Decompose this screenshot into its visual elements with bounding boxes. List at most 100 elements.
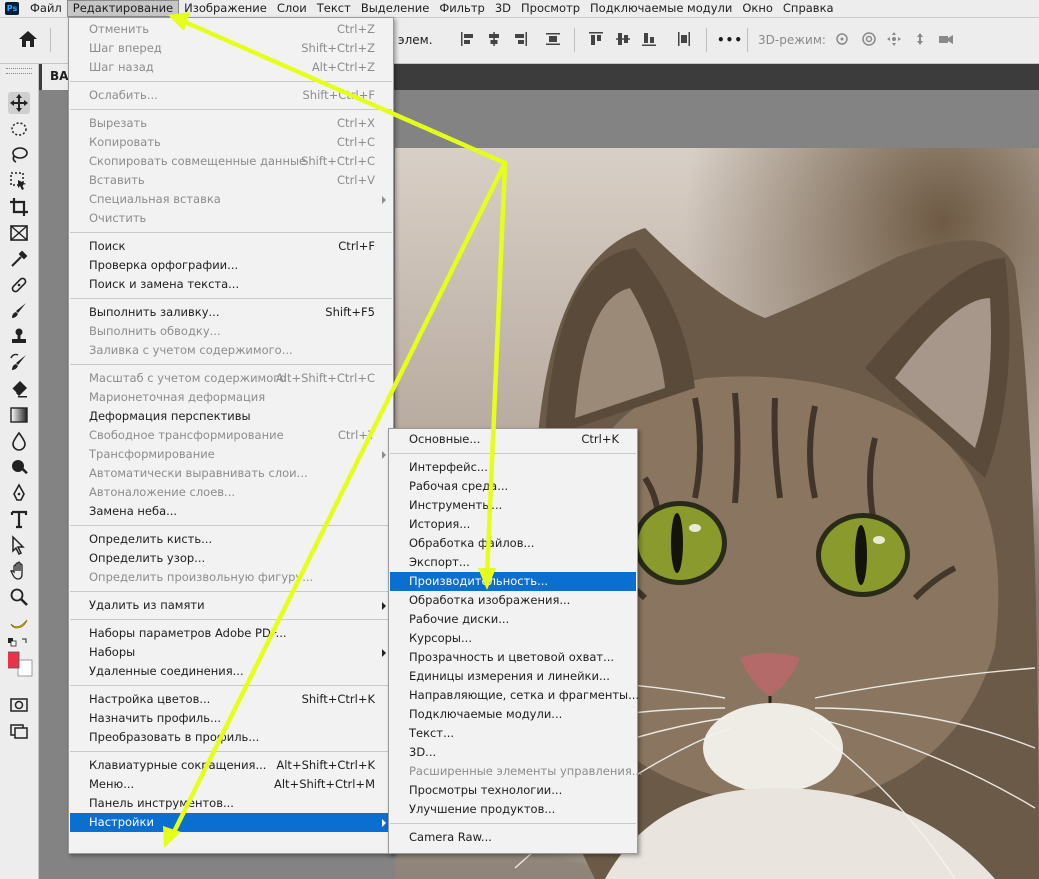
menu-item[interactable]: Преобразовать в профиль... — [70, 728, 392, 747]
menu-item[interactable]: Выполнить заливку... Shift+F5 — [70, 303, 392, 322]
align-right-icon[interactable] — [512, 31, 528, 47]
lasso-tool-icon[interactable] — [8, 144, 30, 166]
align-vcenter-icon[interactable] — [615, 31, 631, 47]
screen-mode-icon[interactable] — [8, 720, 30, 742]
menu-item[interactable]: Курсоры... — [390, 629, 636, 648]
menu-item[interactable]: Обработка файлов... — [390, 534, 636, 553]
menu-item[interactable]: Свободное трансформирование Ctrl+T — [70, 426, 392, 445]
menu-item[interactable]: История... — [390, 515, 636, 534]
quick-mask-icon[interactable] — [8, 694, 30, 716]
menu-item[interactable]: Панель инструментов... — [70, 794, 392, 813]
menu-item[interactable]: Удаленные соединения... — [70, 662, 392, 681]
frame-tool-icon[interactable] — [8, 222, 30, 244]
menu-layers[interactable]: Слои — [272, 0, 312, 17]
menu-item[interactable]: Вставить Ctrl+V — [70, 171, 392, 190]
dodge-tool-icon[interactable] — [8, 456, 30, 478]
distribute-horizontal-icon[interactable] — [676, 31, 692, 47]
menu-item[interactable]: Замена неба... — [70, 502, 392, 521]
eraser-tool-icon[interactable] — [8, 378, 30, 400]
menu-item[interactable]: Шаг вперед Shift+Ctrl+Z — [70, 39, 392, 58]
color-swatches[interactable] — [8, 638, 33, 678]
menu-plugins[interactable]: Подключаемые модули — [585, 0, 737, 17]
menu-item[interactable]: Ослабить... Shift+Ctrl+F — [70, 86, 392, 105]
align-bottom-icon[interactable] — [641, 31, 657, 47]
hand-tool-icon[interactable] — [8, 560, 30, 582]
menu-item[interactable]: Camera Raw... — [390, 828, 636, 847]
3d-orbit-icon[interactable] — [834, 31, 850, 47]
menu-file[interactable]: Файл — [25, 0, 67, 17]
menu-help[interactable]: Справка — [778, 0, 839, 17]
menu-item[interactable]: Единицы измерения и линейки... — [390, 667, 636, 686]
zoom-tool-icon[interactable] — [8, 586, 30, 608]
blur-tool-icon[interactable] — [8, 430, 30, 452]
3d-camera-icon[interactable] — [938, 31, 954, 47]
menu-item[interactable]: Автоматически выравнивать слои... — [70, 464, 392, 483]
3d-slide-icon[interactable] — [912, 31, 928, 47]
menu-item[interactable]: Удалить из памяти — [70, 596, 392, 615]
menu-item[interactable]: Наборы — [70, 643, 392, 662]
menu-item[interactable]: Марионеточная деформация — [70, 388, 392, 407]
menu-item[interactable]: Скопировать совмещенные данные Shift+Ctrl… — [70, 152, 392, 171]
menu-item[interactable]: Определить кисть... — [70, 530, 392, 549]
move-tool-icon[interactable] — [8, 92, 30, 114]
menu-item[interactable]: Производительность... — [390, 572, 636, 591]
menu-item[interactable]: Вырезать Ctrl+X — [70, 114, 392, 133]
menu-item[interactable]: Копировать Ctrl+C — [70, 133, 392, 152]
menu-image[interactable]: Изображение — [179, 0, 272, 17]
menu-view[interactable]: Просмотр — [516, 0, 585, 17]
menu-3d[interactable]: 3D — [490, 0, 516, 17]
eyedropper-tool-icon[interactable] — [8, 248, 30, 270]
stamp-tool-icon[interactable] — [8, 326, 30, 348]
menu-item[interactable]: Автоналожение слоев... — [70, 483, 392, 502]
menu-item[interactable]: Подключаемые модули... — [390, 705, 636, 724]
align-hcenter-icon[interactable] — [486, 31, 502, 47]
banana-icon[interactable] — [8, 612, 30, 634]
history-brush-tool-icon[interactable] — [8, 352, 30, 374]
menu-item[interactable]: Текст... — [390, 724, 636, 743]
brush-tool-icon[interactable] — [8, 300, 30, 322]
menu-item[interactable]: Меню... Alt+Shift+Ctrl+M — [70, 775, 392, 794]
3d-pan-icon[interactable] — [886, 31, 902, 47]
crop-tool-icon[interactable] — [8, 196, 30, 218]
align-left-icon[interactable] — [460, 31, 476, 47]
gradient-tool-icon[interactable] — [8, 404, 30, 426]
path-select-tool-icon[interactable] — [8, 534, 30, 556]
menu-item[interactable]: Экспорт... — [390, 553, 636, 572]
type-tool-icon[interactable] — [8, 508, 30, 530]
panel-grip[interactable] — [6, 68, 32, 74]
menu-item[interactable]: Рабочая среда... — [390, 477, 636, 496]
menu-item[interactable]: Масштаб с учетом содержимого Alt+Shift+Ct… — [70, 369, 392, 388]
menu-item[interactable]: Основные... Ctrl+K — [390, 430, 636, 449]
menu-item[interactable]: Интерфейс... — [390, 458, 636, 477]
menu-item[interactable]: Настройка цветов... Shift+Ctrl+K — [70, 690, 392, 709]
3d-roll-icon[interactable] — [861, 31, 877, 47]
align-top-icon[interactable] — [588, 31, 604, 47]
menu-item[interactable]: Прозрачность и цветовой охват... — [390, 648, 636, 667]
menu-item[interactable]: Определить узор... — [70, 549, 392, 568]
menu-item[interactable]: Заливка с учетом содержимого... — [70, 341, 392, 360]
home-icon[interactable] — [18, 30, 38, 48]
menu-item[interactable]: Поиск и замена текста... — [70, 275, 392, 294]
menu-item[interactable]: Просмотры технологии... — [390, 781, 636, 800]
marquee-tool-icon[interactable] — [8, 118, 30, 140]
menu-item[interactable]: Инструменты... — [390, 496, 636, 515]
menu-item[interactable]: Настройки — [70, 813, 392, 832]
menu-item[interactable]: Поиск Ctrl+F — [70, 237, 392, 256]
menu-edit[interactable]: Редактирование — [66, 0, 180, 17]
menu-item[interactable]: Деформация перспективы — [70, 407, 392, 426]
menu-select[interactable]: Выделение — [356, 0, 435, 17]
more-options-icon[interactable]: ••• — [717, 33, 743, 47]
menu-type[interactable]: Текст — [312, 0, 356, 17]
distribute-icon[interactable] — [545, 31, 561, 47]
menu-item[interactable]: Отменить Ctrl+Z — [70, 20, 392, 39]
menu-item[interactable]: Очистить — [70, 209, 392, 228]
menu-item[interactable]: Шаг назад Alt+Ctrl+Z — [70, 58, 392, 77]
menu-item[interactable]: 3D... — [390, 743, 636, 762]
pen-tool-icon[interactable] — [8, 482, 30, 504]
menu-filter[interactable]: Фильтр — [434, 0, 490, 17]
menu-item[interactable]: Клавиатурные сокращения... Alt+Shift+Ctrl… — [70, 756, 392, 775]
menu-item[interactable]: Специальная вставка — [70, 190, 392, 209]
menu-item[interactable]: Наборы параметров Adobe PDF... — [70, 624, 392, 643]
menu-item[interactable]: Обработка изображения... — [390, 591, 636, 610]
menu-item[interactable]: Выполнить обводку... — [70, 322, 392, 341]
